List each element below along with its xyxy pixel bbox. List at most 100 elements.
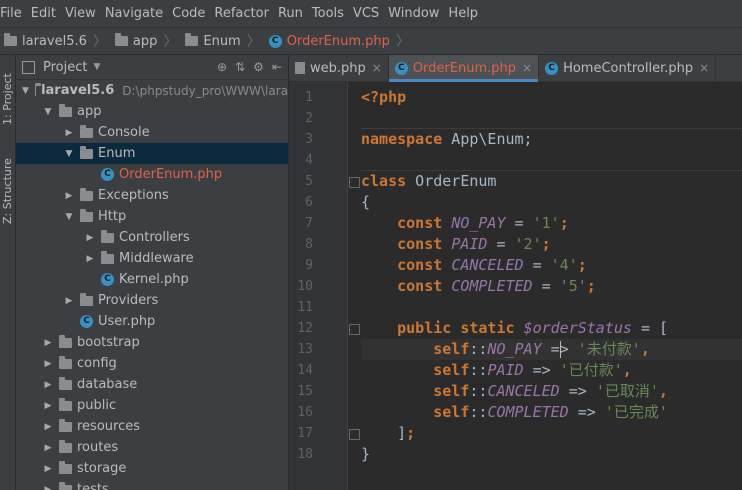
expand-arrow-icon[interactable]: ▶ — [64, 296, 74, 306]
code-area[interactable]: <?php namespace App\Enum; class OrderEnum{… — [361, 82, 742, 490]
expand-arrow-icon[interactable]: ▶ — [85, 254, 95, 264]
tool-window-strip: 1: Project Z: Structure — [0, 55, 16, 490]
structure-tool-tab-label: Z: Structure — [1, 158, 14, 224]
tree-item[interactable]: ▶ storage — [16, 458, 288, 479]
expand-arrow-icon[interactable]: ▶ — [43, 338, 53, 348]
project-tool-tab-label: 1: Project — [1, 73, 14, 125]
tree-item[interactable]: ▶ public — [16, 395, 288, 416]
chevron-right-icon: 〉 — [163, 34, 178, 50]
editor-tab[interactable]: C OrderEnum.php × — [388, 55, 540, 82]
tree-item[interactable]: C Kernel.php — [16, 269, 288, 290]
tree-item-label: Kernel.php — [119, 272, 189, 287]
hide-icon[interactable]: ⇤ — [272, 60, 282, 74]
expand-arrow-icon[interactable]: ▼ — [64, 212, 74, 222]
breadcrumb-item[interactable]: Enum 〉 — [181, 31, 264, 51]
breadcrumb-item[interactable]: C OrderEnum.php 〉 — [265, 31, 414, 51]
expand-arrow-icon[interactable]: ▶ — [43, 422, 53, 432]
fold-marker-icon[interactable] — [349, 324, 360, 335]
expand-arrow-icon[interactable]: ▶ — [43, 485, 53, 490]
editor-tab[interactable]: C HomeController.php × — [539, 55, 717, 81]
code-token: = — [532, 277, 560, 295]
expand-arrow-icon[interactable]: ▼ — [22, 86, 29, 96]
code-line: const NO_PAY = '1'; — [361, 213, 569, 234]
class-icon: C — [394, 61, 408, 75]
code-token: '已取消' — [595, 382, 659, 400]
code-token: ] — [361, 424, 407, 442]
tree-item[interactable]: C User.php — [16, 311, 288, 332]
project-panel-header: Project ▼ ⊕ ⇅ ⚙ ⇤ — [16, 55, 288, 80]
editor-tab-label: HomeController.php — [563, 60, 694, 76]
tree-item[interactable]: ▼ app — [16, 101, 288, 122]
breadcrumb-item[interactable]: app 〉 — [111, 31, 181, 51]
structure-tool-tab[interactable]: Z: Structure — [0, 149, 15, 233]
menu-item-code[interactable]: Code — [168, 6, 210, 21]
expand-arrow-icon[interactable]: ▶ — [64, 191, 74, 201]
tree-item[interactable]: C OrderEnum.php — [16, 164, 288, 185]
code-token: = — [505, 214, 533, 232]
locate-icon[interactable]: ⊕ — [217, 60, 227, 74]
breadcrumb-item[interactable]: laravel5.6 〉 — [0, 31, 111, 51]
menu-item-edit[interactable]: Edit — [27, 6, 61, 21]
tree-item[interactable]: ▶ Console — [16, 122, 288, 143]
tree-item-label: bootstrap — [77, 335, 140, 350]
tree-item-label: Http — [98, 209, 127, 224]
close-icon[interactable]: × — [699, 61, 709, 75]
tree-item[interactable]: ▶ Controllers — [16, 227, 288, 248]
editor-tab-label: OrderEnum.php — [412, 60, 517, 76]
editor-tab[interactable]: web.php × — [289, 55, 389, 81]
menu-item-file[interactable]: File — [0, 6, 27, 21]
expand-arrow-icon[interactable]: ▶ — [43, 401, 53, 411]
line-number: 5 — [305, 174, 313, 189]
tree-item[interactable]: ▼ Http — [16, 206, 288, 227]
close-icon[interactable]: × — [522, 61, 532, 75]
expand-arrow-icon[interactable]: ▼ — [43, 107, 53, 117]
tree-item[interactable]: ▶ tests — [16, 479, 288, 490]
menu-item-help[interactable]: Help — [444, 6, 483, 21]
menu-item-navigate[interactable]: Navigate — [101, 6, 168, 21]
expand-arrow-icon[interactable]: ▶ — [43, 443, 53, 453]
tree-item[interactable]: ▶ Exceptions — [16, 185, 288, 206]
tree-item[interactable]: ▶ database — [16, 374, 288, 395]
code-token: => — [523, 361, 560, 379]
tree-item-label: config — [77, 356, 117, 371]
tree-item[interactable]: ▶ resources — [16, 416, 288, 437]
project-tool-tab[interactable]: 1: Project — [0, 61, 15, 137]
line-number: 8 — [305, 237, 313, 252]
expand-arrow-icon[interactable]: ▶ — [43, 380, 53, 390]
tree-item[interactable]: ▶ routes — [16, 437, 288, 458]
tree-item[interactable]: ▶ Providers — [16, 290, 288, 311]
expand-arrow-icon[interactable]: ▶ — [85, 233, 95, 243]
expand-arrow-icon[interactable]: ▶ — [64, 128, 74, 138]
tree-root[interactable]: ▼ laravel5.6 D:\phpstudy_pro\WWW\lara — [16, 80, 288, 101]
menu-item-run[interactable]: Run — [274, 6, 308, 21]
fold-marker-icon[interactable] — [349, 429, 360, 440]
expand-arrow-icon[interactable]: ▼ — [64, 149, 74, 159]
menu-item-tools[interactable]: Tools — [308, 6, 349, 21]
menu-item-window[interactable]: Window — [384, 6, 444, 21]
code-token: OrderEnum — [406, 172, 497, 190]
gear-icon[interactable]: ⚙ — [253, 60, 264, 74]
class-icon: C — [268, 34, 282, 48]
folder-icon — [59, 418, 72, 432]
code-token: COMPLETED — [487, 403, 569, 421]
breadcrumb-label: laravel5.6 — [22, 33, 87, 49]
menu-item-refactor[interactable]: Refactor — [210, 6, 274, 21]
tree-item[interactable]: ▶ bootstrap — [16, 332, 288, 353]
tree-item[interactable]: ▶ config — [16, 353, 288, 374]
expand-arrow-icon[interactable]: ▶ — [43, 359, 53, 369]
menu-item-view[interactable]: View — [61, 6, 101, 21]
expand-arrow-icon[interactable]: ▶ — [43, 464, 53, 474]
folder-icon — [114, 33, 128, 46]
menu-item-vcs[interactable]: VCS — [349, 6, 384, 21]
close-icon[interactable]: × — [372, 61, 382, 75]
collapse-all-icon[interactable]: ⇅ — [235, 60, 245, 74]
fold-marker-icon[interactable] — [349, 177, 360, 188]
code-line: self::PAID => '已付款', — [361, 360, 632, 381]
tree-item[interactable]: ▼ Enum — [16, 143, 288, 164]
tree-item[interactable]: ▶ Middleware — [16, 248, 288, 269]
project-view-selector[interactable]: Project ▼ — [22, 60, 100, 75]
code-token: = [ — [631, 319, 669, 337]
